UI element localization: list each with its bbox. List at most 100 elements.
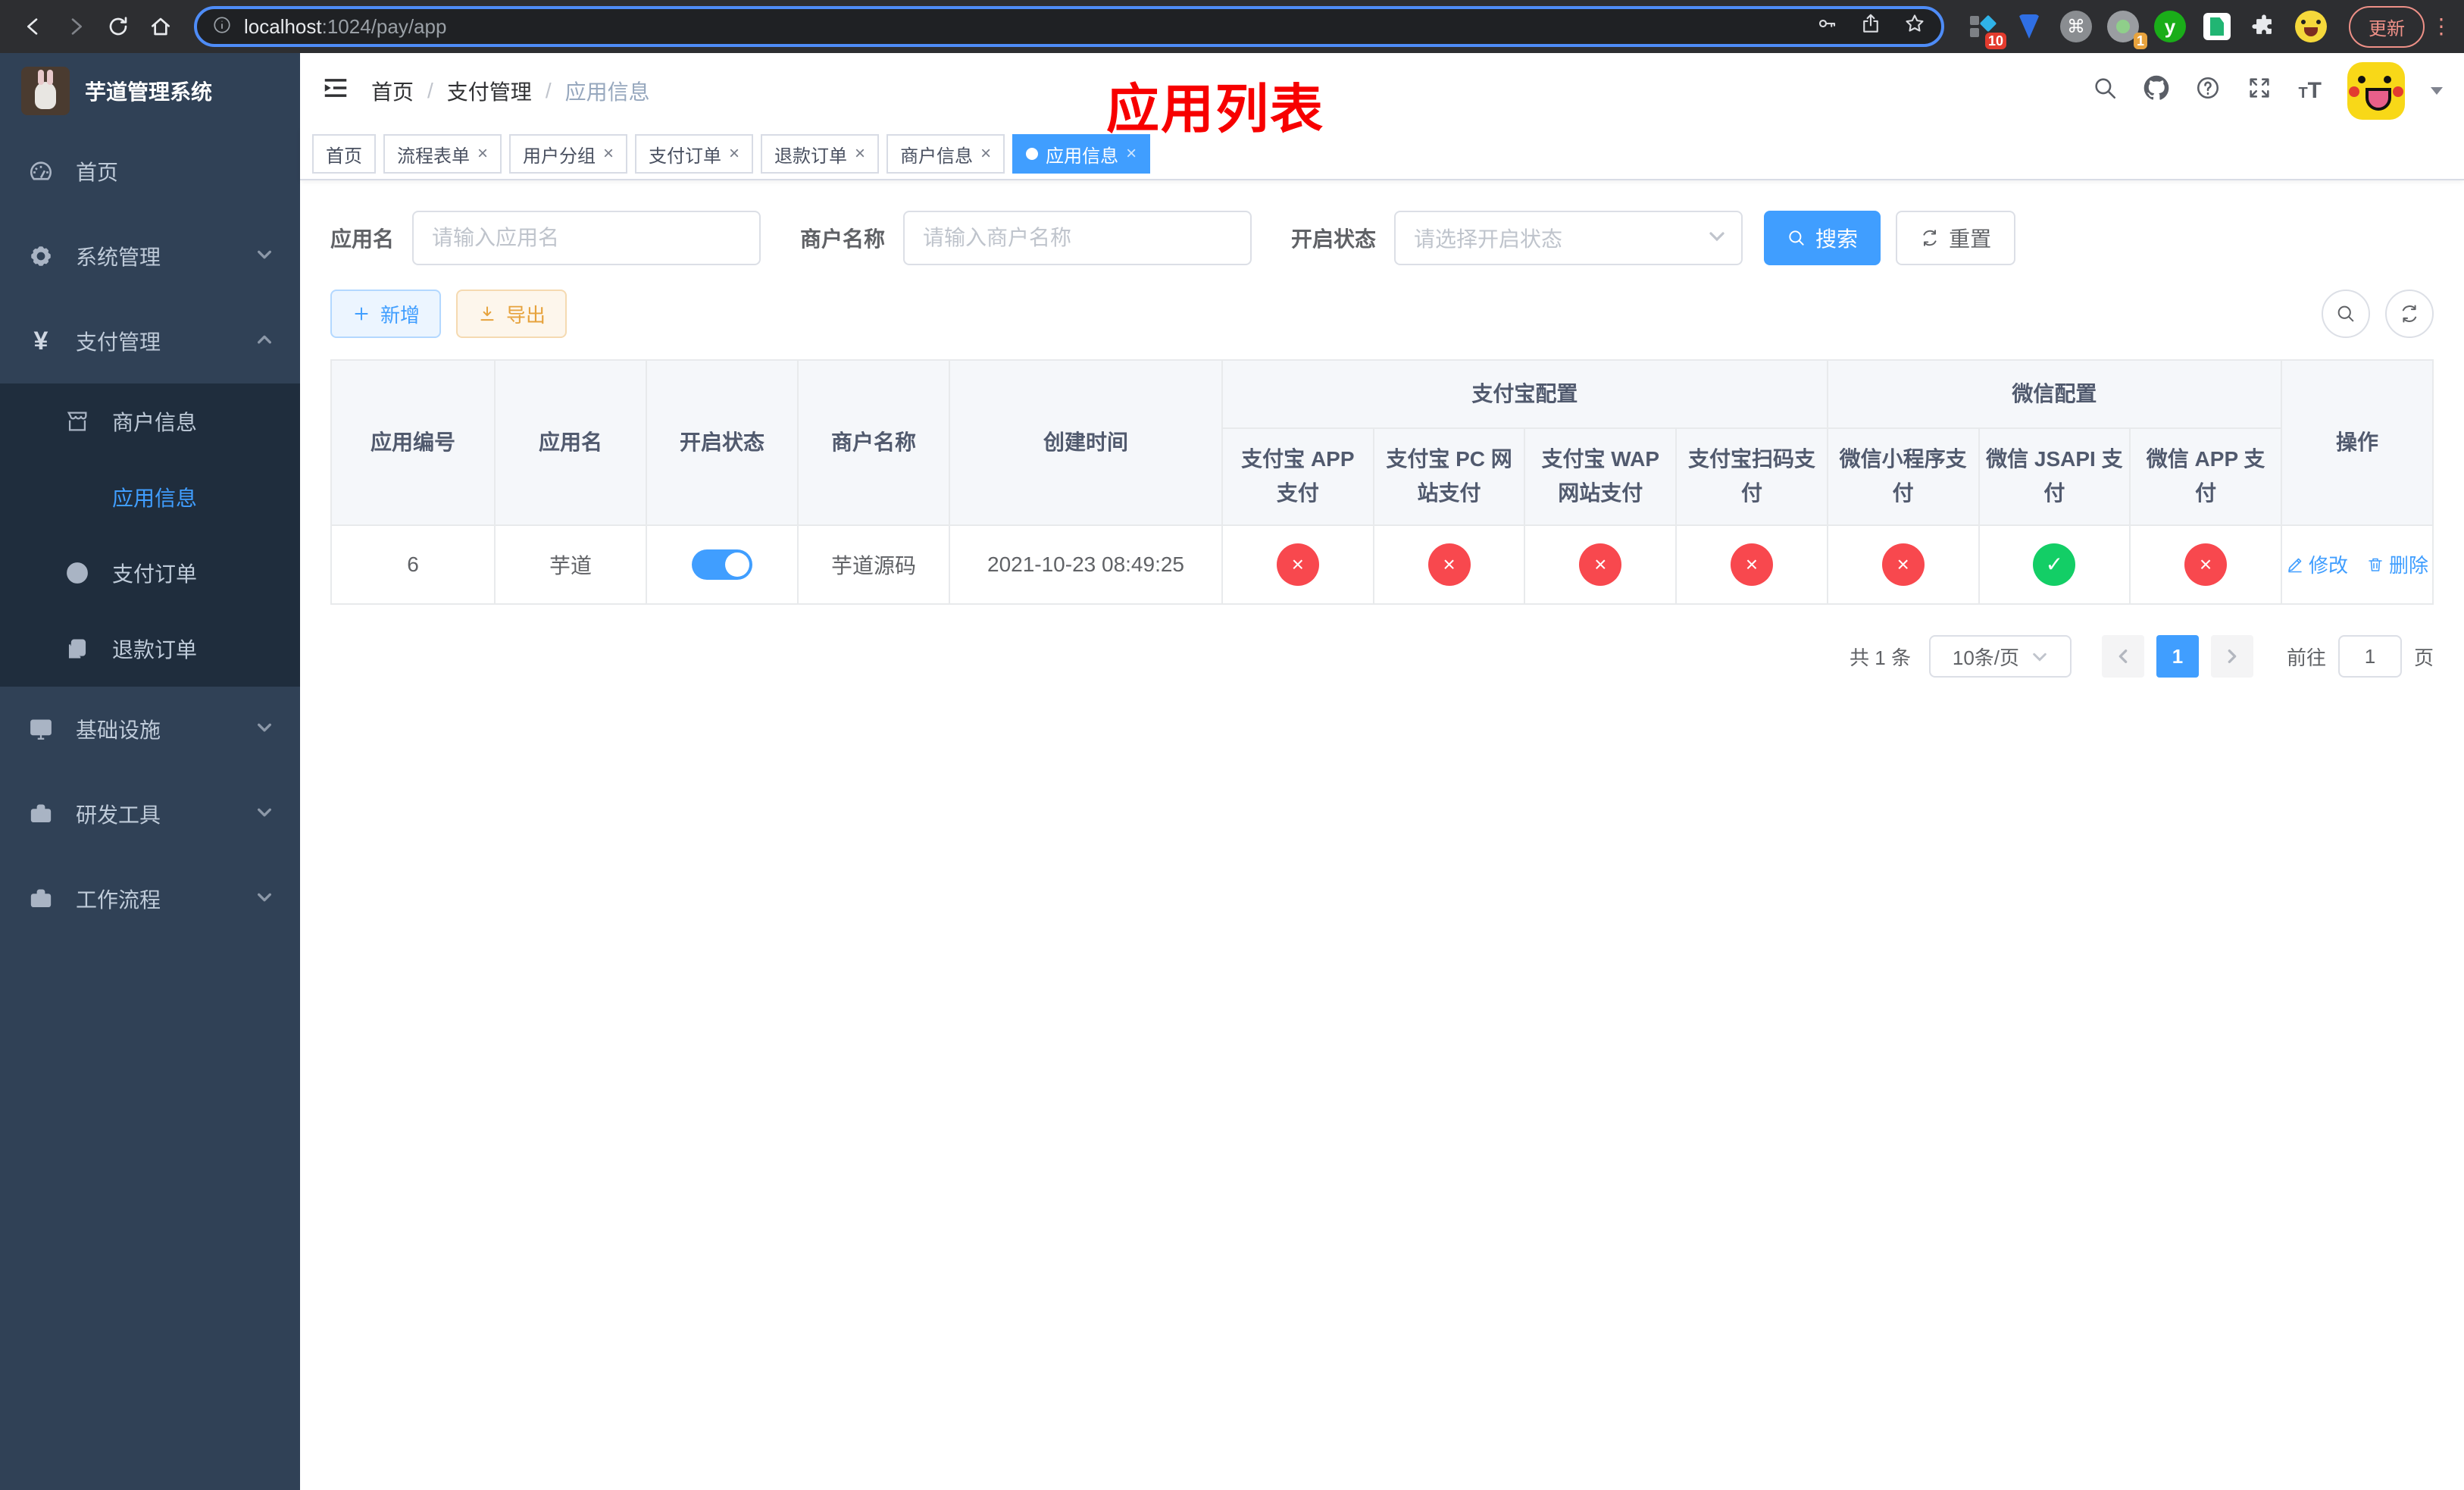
share-icon[interactable] [1859,12,1882,41]
sidebar-item-workflow[interactable]: 工作流程 [0,856,300,941]
home-icon[interactable] [139,5,182,48]
browser-update-button[interactable]: 更新 [2349,5,2425,48]
refresh-button[interactable] [2385,290,2434,338]
address-bar[interactable]: localhost:1024/pay/app [194,6,1944,47]
close-icon[interactable]: × [980,145,991,163]
avatar-caret-icon[interactable] [2431,87,2443,95]
sidebar-item-label: 研发工具 [76,803,161,827]
extension-blocks-icon[interactable]: 10 [1965,10,2006,49]
shop-icon [64,408,91,435]
user-avatar[interactable] [2347,62,2405,120]
breadcrumb-payment[interactable]: 支付管理 [447,76,532,106]
sidebar-toggle-icon[interactable] [321,74,350,108]
col-header-alipay-wap: 支付宝 WAP 网站支付 [1524,427,1678,526]
sidebar-item-home[interactable]: 首页 [0,129,300,214]
status-select[interactable]: 请选择开启状态 [1394,211,1743,265]
sidebar-item-merchant-info[interactable]: 商户信息 [0,383,300,459]
yen-icon: ¥ [33,327,48,355]
close-icon[interactable]: × [855,145,865,163]
extension-command-icon[interactable]: ⌘ [2059,10,2093,43]
search-button[interactable]: 搜索 [1764,211,1881,265]
extension-gem-icon[interactable] [2012,10,2046,43]
forward-icon[interactable] [55,5,97,48]
sidebar-item-refund-orders[interactable]: 退款订单 [0,611,300,687]
grid-icon [64,484,91,511]
status-icon: × [1276,543,1319,586]
extension-badge: 1 [2133,33,2147,49]
back-icon[interactable] [12,5,55,48]
font-size-icon[interactable]: TT [2298,80,2322,102]
github-icon[interactable] [2143,75,2169,107]
toolbox-icon [27,800,55,828]
sidebar-item-system[interactable]: 系统管理 [0,214,300,299]
extension-doc-icon[interactable] [2200,10,2234,43]
page-size-select[interactable]: 10条/页 [1928,635,2072,678]
show-search-button[interactable] [2322,290,2370,338]
chevron-down-icon [2033,653,2047,662]
extension-camera-icon[interactable]: 1 [2106,10,2147,49]
page-1-button[interactable]: 1 [2156,635,2199,678]
chevron-up-icon [256,329,273,353]
edit-icon [2288,558,2302,573]
tab-home[interactable]: 首页 [312,134,376,174]
extensions-puzzle-icon[interactable] [2247,10,2281,43]
sidebar-item-payment[interactable]: ¥ 支付管理 [0,299,300,383]
sidebar-item-app-info[interactable]: 应用信息 [0,459,300,535]
sidebar-item-label: 系统管理 [76,246,161,269]
password-key-icon[interactable] [1815,12,1838,41]
status-icon: × [1427,543,1471,586]
tab-user-group[interactable]: 用户分组 × [509,134,628,174]
cell-wechat-mini-status: × [1826,524,1980,605]
goto-page-input[interactable] [2337,635,2402,678]
status-icon: × [2184,543,2228,586]
search-icon[interactable] [2092,75,2118,107]
tab-process-form[interactable]: 流程表单 × [383,134,502,174]
help-icon[interactable] [2195,75,2221,107]
briefcase-icon [27,885,55,912]
app-logo[interactable]: 芋道管理系统 [0,53,300,129]
reset-button[interactable]: 重置 [1896,211,2016,265]
sidebar-item-infra[interactable]: 基础设施 [0,687,300,772]
sidebar-item-dev-tools[interactable]: 研发工具 [0,772,300,856]
prev-page-button[interactable] [2101,635,2144,678]
reload-icon[interactable] [97,5,139,48]
filter-form: 应用名 商户名称 开启状态 请选择开启状态 搜索 重置 [330,211,2434,265]
goto-label: 前往 [2286,646,2326,669]
cell-status [646,524,799,605]
cell-alipay-qr-status: × [1675,524,1828,605]
close-icon[interactable]: × [729,145,740,163]
cell-alipay-app-status: × [1221,524,1374,605]
col-header-merchant: 商户名称 [797,359,950,526]
close-icon[interactable]: × [603,145,614,163]
bookmark-star-icon[interactable] [1903,12,1926,41]
delete-button[interactable]: 删除 [2366,550,2428,578]
edit-button[interactable]: 修改 [2286,550,2348,578]
merchant-name-input[interactable] [903,211,1252,265]
extension-y-icon[interactable]: y [2153,10,2187,43]
cell-alipay-wap-status: × [1524,524,1678,605]
payment-submenu: 商户信息 应用信息 支付订单 退款订单 [0,383,300,687]
site-info-icon[interactable] [212,13,232,41]
pagination: 共 1 条 10条/页 1 前往 页 [330,635,2434,678]
fullscreen-icon[interactable] [2247,75,2272,107]
status-toggle[interactable] [692,549,752,580]
close-icon[interactable]: × [477,145,488,163]
breadcrumb-home[interactable]: 首页 [371,76,414,106]
add-button[interactable]: 新增 [330,290,442,338]
profile-avatar-icon[interactable] [2294,10,2328,43]
page-annotation: 应用列表 [1106,80,1324,139]
browser-menu-icon[interactable]: ⋮ [2431,16,2452,37]
chevron-down-icon [1708,226,1726,250]
next-page-button[interactable] [2210,635,2253,678]
tab-pay-orders[interactable]: 支付订单 × [635,134,754,174]
table-row: 6 芋道 芋道源码 2021-10-23 08:49:25 × × × × × [330,524,2434,605]
export-button[interactable]: 导出 [456,290,568,338]
col-header-wechat-jsapi: 微信 JSAPI 支付 [1978,427,2131,526]
tab-merchant-info[interactable]: 商户信息 × [886,134,1005,174]
page-unit-label: 页 [2413,646,2434,669]
tab-refund-orders[interactable]: 退款订单 × [761,134,880,174]
app-name-input[interactable] [412,211,761,265]
sidebar-item-pay-orders[interactable]: 支付订单 [0,535,300,611]
document-icon [64,635,91,662]
close-icon[interactable]: × [1126,145,1137,163]
